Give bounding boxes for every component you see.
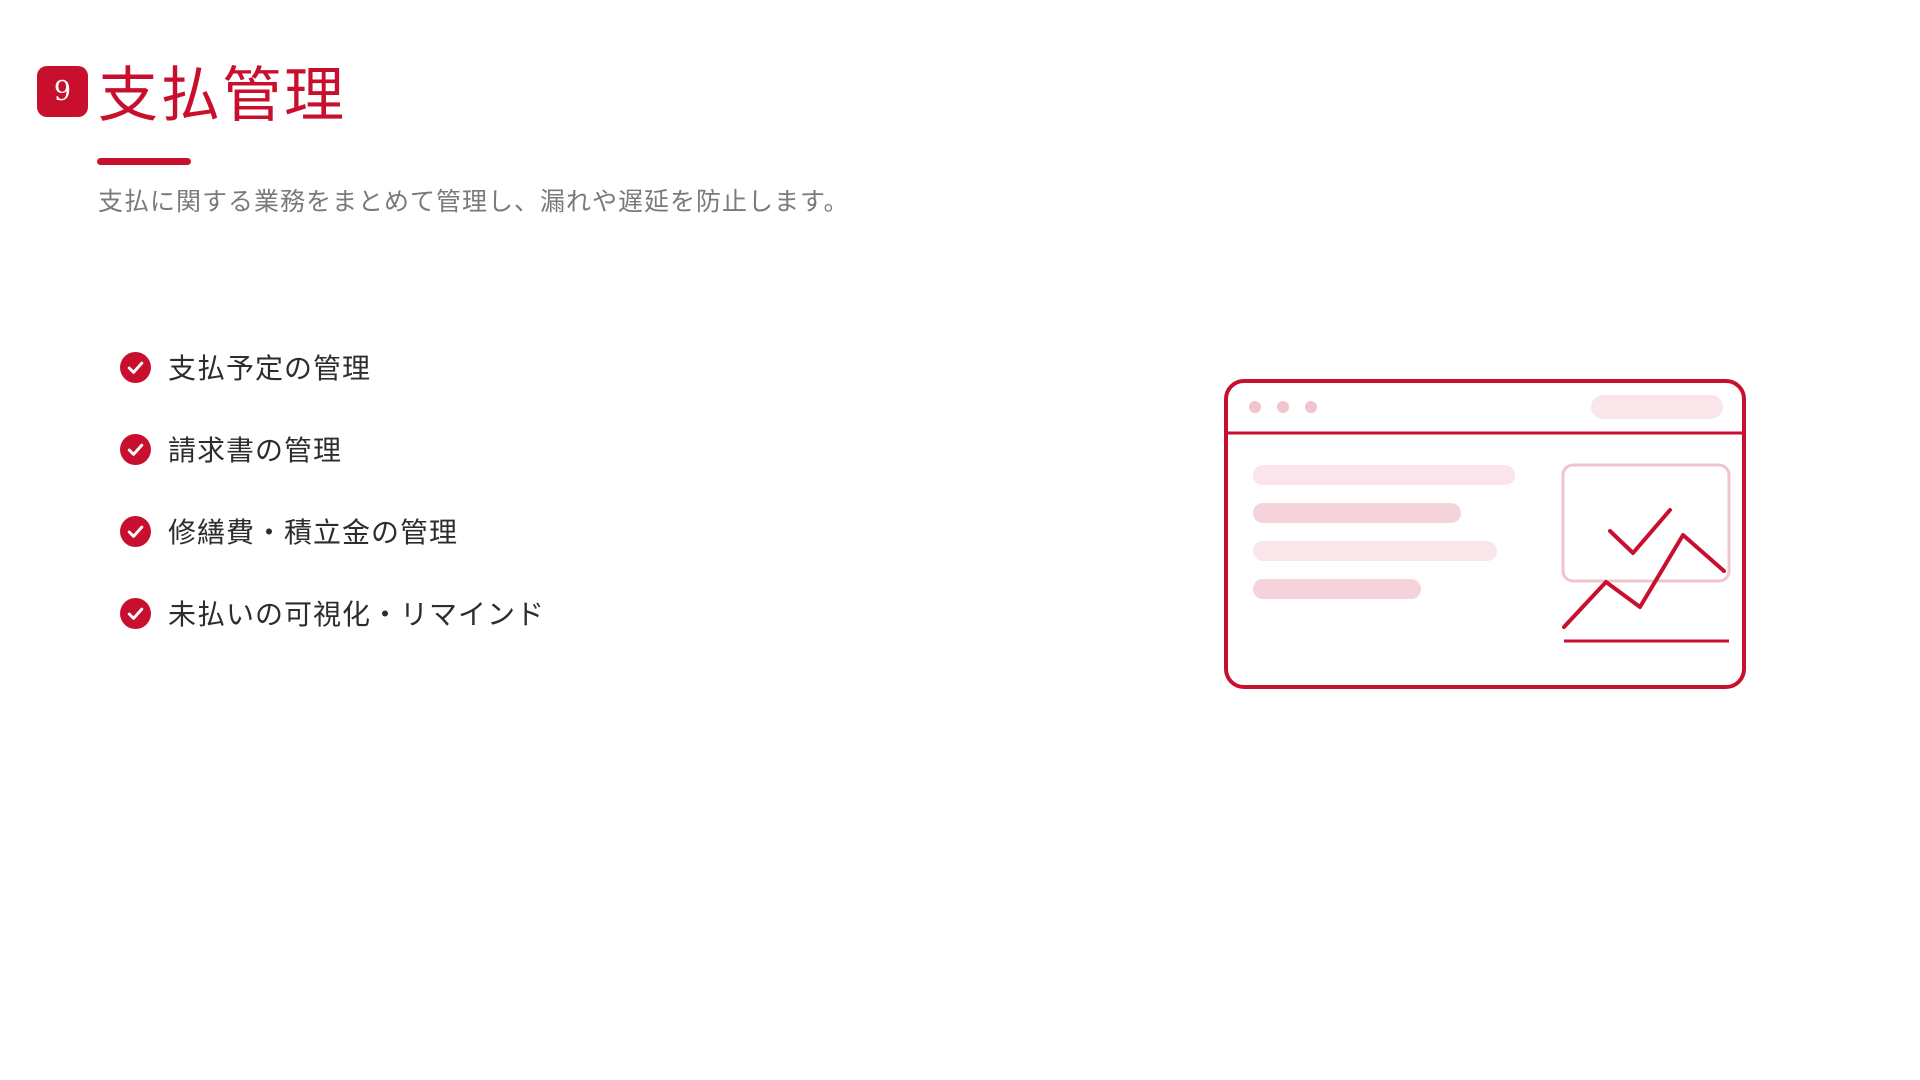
content-placeholder-line: [1253, 579, 1421, 599]
content-placeholder-line: [1253, 465, 1515, 485]
feature-item: 未払いの可視化・リマインド: [120, 591, 545, 635]
feature-item: 修繕費・積立金の管理: [120, 509, 545, 553]
section-number-badge: 9: [37, 66, 88, 117]
check-circle-icon: [120, 433, 151, 465]
feature-label: 請求書の管理: [168, 434, 343, 467]
title-underline: [97, 158, 191, 165]
feature-item: 請求書の管理: [120, 427, 545, 471]
check-circle-icon: [120, 515, 151, 547]
content-placeholder-line: [1253, 541, 1497, 561]
browser-dashboard-illustration: [1224, 379, 1746, 689]
check-circle-icon: [120, 597, 151, 629]
feature-list: 支払予定の管理 請求書の管理 修繕費・積立金の管理 未払いの可視化・リマインド: [120, 345, 545, 673]
page-title: 支払管理: [98, 61, 346, 131]
feature-label: 未払いの可視化・リマインド: [168, 598, 546, 631]
feature-label: 修繕費・積立金の管理: [168, 516, 459, 549]
check-circle-icon: [120, 351, 151, 383]
feature-item: 支払予定の管理: [120, 345, 545, 389]
address-bar: [1591, 395, 1723, 419]
content-placeholder-line: [1253, 503, 1461, 523]
page-subtitle: 支払に関する業務をまとめて管理し、漏れや遅延を防止します。: [98, 187, 850, 216]
window-dot-icon: [1305, 401, 1317, 413]
window-dot-icon: [1249, 401, 1261, 413]
feature-label: 支払予定の管理: [168, 352, 372, 385]
window-dot-icon: [1277, 401, 1289, 413]
